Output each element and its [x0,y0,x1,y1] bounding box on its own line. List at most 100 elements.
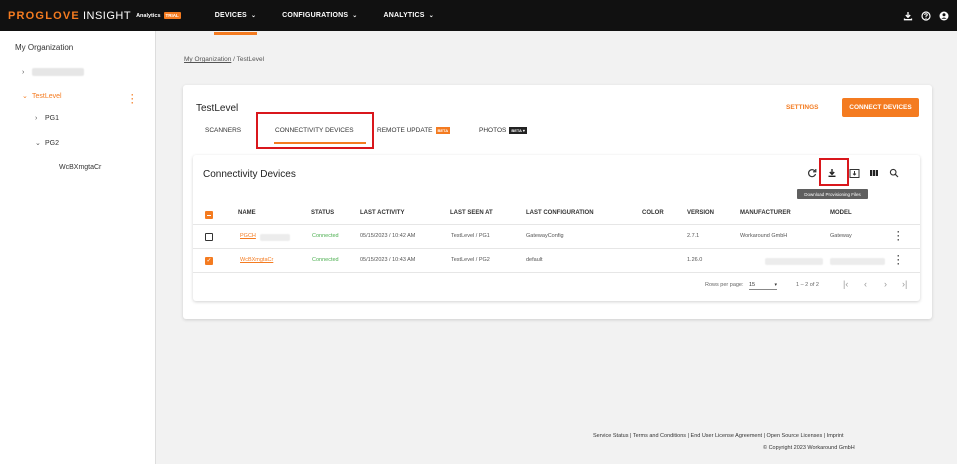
chevron-down-icon[interactable]: ⌄ [35,139,45,147]
tab-remote-update[interactable]: REMOTE UPDATE BETA [377,127,451,134]
table-header: NAME STATUS LAST ACTIVITY LAST SEEN AT L… [193,203,920,225]
footer-copyright: © Copyright 2023 Workaround GmbH [763,445,855,451]
tab-scanners[interactable]: SCANNERS [205,127,241,134]
tab-photos-label: PHOTOS [479,127,507,134]
tree-item-pg2[interactable]: ⌄ PG2 [35,139,60,148]
footer-links[interactable]: Service Status | Terms and Conditions | … [593,433,844,439]
last-activity-value: 05/15/2023 / 10:43 AM [360,257,416,263]
table-row[interactable]: PGCH Connected 05/15/2023 / 10:42 AM Tes… [193,225,920,249]
column-header-last-seen-at[interactable]: LAST SEEN AT [450,210,493,216]
row-checkbox[interactable]: ✓ [205,257,213,265]
status-value: Connected [312,257,339,263]
brand-logo[interactable]: PROGLOVE INSIGHT Analytics TRIAL [8,10,181,22]
organization-title[interactable]: My Organization [15,43,73,52]
breadcrumb-root[interactable]: My Organization [184,56,231,63]
redacted-name-part [260,234,290,241]
table-row[interactable]: ✓ WcBXmgtaCr Connected 05/15/2023 / 10:4… [193,249,920,273]
settings-button[interactable]: SETTINGS [786,104,819,111]
version-value: 2.7.1 [687,233,700,239]
column-header-model[interactable]: MODEL [830,210,852,216]
tree-item-pg1[interactable]: › PG1 [35,115,59,122]
product-name: INSIGHT [82,9,132,22]
beta-badge: BETA ▾ [509,127,527,134]
panel-title: Connectivity Devices [203,169,296,180]
breadcrumb: My Organization / TestLevel [184,56,264,63]
nav-analytics[interactable]: ANALYTICS ⌄ [370,0,446,31]
nav-configurations[interactable]: CONFIGURATIONS ⌄ [269,0,370,31]
redacted-manufacturer [765,258,823,265]
first-page-icon[interactable]: |‹ [843,279,848,289]
tree-item-device-label: WcBXmgtaCr [59,164,102,171]
chevron-down-icon[interactable]: ⌄ [22,92,32,100]
tree-item-pg2-label: PG2 [45,139,60,147]
nav-devices[interactable]: DEVICES ⌄ [202,0,269,35]
column-header-status[interactable]: STATUS [311,210,334,216]
rows-per-page-value: 15 [749,281,756,288]
breadcrumb-current: TestLevel [236,56,265,63]
export-icon[interactable] [848,167,860,179]
download-icon[interactable] [903,11,913,21]
column-header-last-activity[interactable]: LAST ACTIVITY [360,210,404,216]
columns-icon[interactable] [868,167,880,179]
rows-per-page-label: Rows per page: [705,282,744,288]
annotation-highlight-download [819,158,849,186]
column-header-manufacturer[interactable]: MANUFACTURER [740,210,791,216]
column-header-version[interactable]: VERSION [687,210,714,216]
tab-remote-update-label: REMOTE UPDATE [377,127,433,134]
tree-item-testlevel-label: TestLevel [32,92,62,100]
tree-item-testlevel[interactable]: ⌄ TestLevel [22,92,62,101]
beta-badge: BETA [435,127,451,134]
version-value: 1.26.0 [687,257,703,263]
more-options-icon[interactable]: · · · [131,91,134,108]
last-configuration-value: GatewayConfig [526,233,564,239]
last-seen-value: TestLevel / PG2 [451,257,490,263]
chevron-down-icon: ⌄ [250,13,257,19]
tab-photos[interactable]: PHOTOS BETA ▾ [479,127,527,134]
chevron-down-icon: ⌄ [428,13,434,19]
column-header-color[interactable]: COLOR [642,210,664,216]
last-page-icon[interactable]: ›| [902,279,907,289]
row-more-options-icon[interactable]: · · · [897,252,900,269]
device-name-link[interactable]: PGCH [240,233,256,239]
connectivity-devices-panel: Connectivity Devices NAME STATUS LAST AC… [193,155,920,301]
next-page-icon[interactable]: › [884,279,887,289]
chevron-down-icon: ⌄ [352,13,358,19]
device-name-link[interactable]: WcBXmgtaCr [240,257,273,263]
manufacturer-value: Workaround GmbH [740,233,788,239]
dropdown-arrow-icon: ▾ [774,281,777,288]
previous-page-icon[interactable]: ‹ [864,279,867,289]
main-nav: DEVICES ⌄ CONFIGURATIONS ⌄ ANALYTICS ⌄ [202,0,447,35]
nav-devices-label: DEVICES [214,12,247,19]
top-icons [903,0,949,31]
last-configuration-value: default [526,257,543,263]
rows-per-page-select[interactable]: 15 ▾ [749,280,777,290]
row-checkbox[interactable] [205,233,213,241]
model-value: Gateway [830,233,852,239]
help-icon[interactable] [921,10,931,21]
account-icon[interactable] [939,11,949,21]
tree-item-pg1-label: PG1 [45,115,60,122]
search-icon[interactable] [888,167,900,179]
chevron-right-icon[interactable]: › [35,115,45,122]
select-all-checkbox[interactable] [205,211,213,219]
tab-scanners-label: SCANNERS [205,127,242,134]
last-activity-value: 05/15/2023 / 10:42 AM [360,233,416,239]
refresh-icon[interactable] [806,167,818,179]
brand-name: PROGLOVE [8,9,80,22]
edition-label: Analytics [136,12,161,19]
tree-item-hidden[interactable]: › [22,68,84,76]
chevron-right-icon[interactable]: › [22,69,32,76]
row-more-options-icon[interactable]: · · · [897,228,900,245]
redacted-model [830,258,885,265]
sidebar: My Organization › ⌄ TestLevel · · · › PG1 … [0,31,156,464]
trial-badge: TRIAL [163,12,181,19]
tree-item-device[interactable]: WcBXmgtaCr [59,164,101,171]
nav-configurations-label: CONFIGURATIONS [282,12,349,19]
download-tooltip: Download Provisioning Files [797,189,868,199]
column-header-name[interactable]: NAME [238,210,256,216]
pagination-range: 1 – 2 of 2 [796,282,819,288]
column-header-last-configuration[interactable]: LAST CONFIGURATION [526,210,594,216]
card-title: TestLevel [196,103,239,114]
status-value: Connected [312,233,339,239]
connect-devices-button[interactable]: CONNECT DEVICES [842,98,919,117]
